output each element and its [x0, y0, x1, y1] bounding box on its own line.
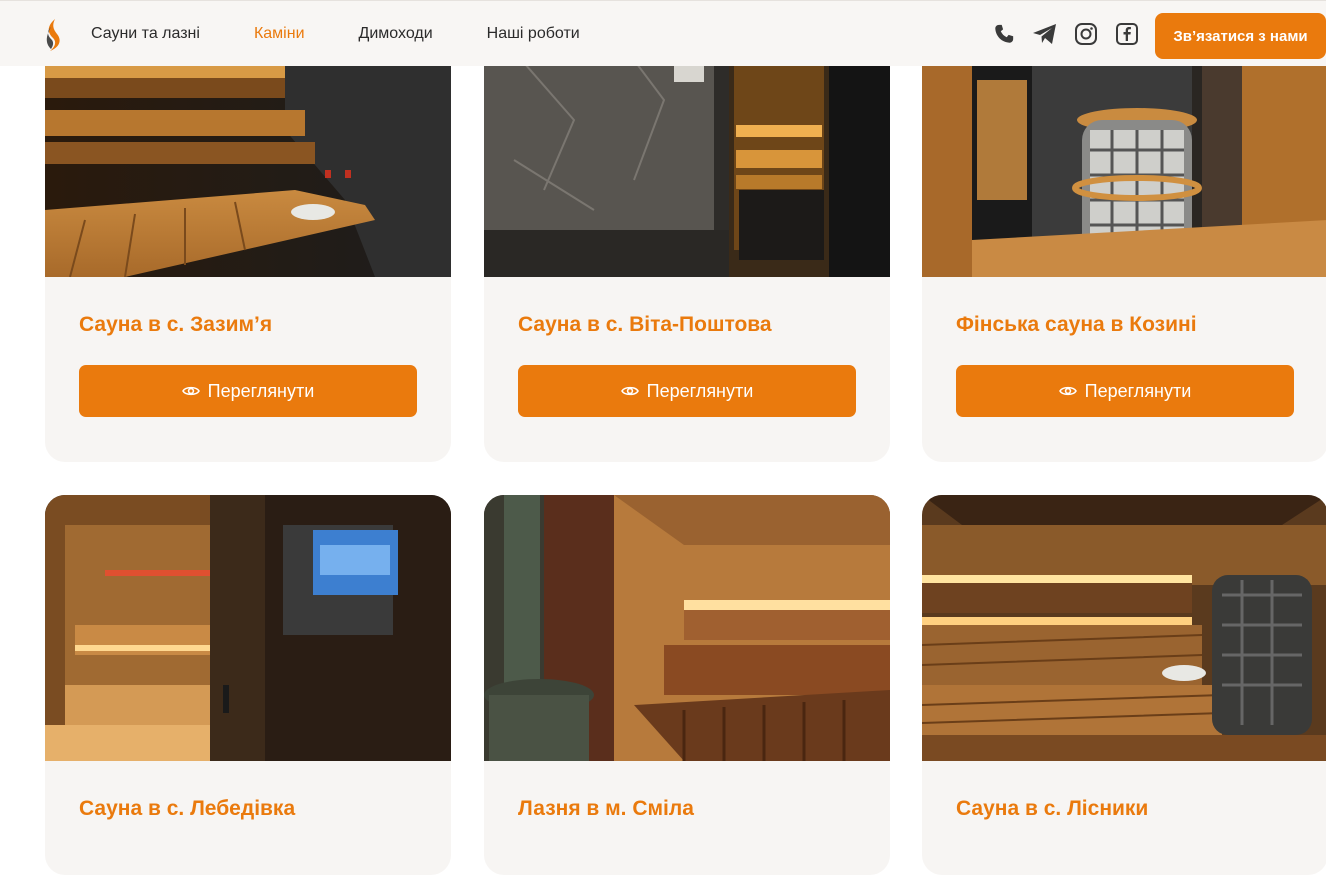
nav-fireplaces[interactable]: Каміни [254, 25, 305, 43]
project-photo[interactable] [484, 495, 890, 761]
facebook-icon[interactable] [1113, 20, 1141, 48]
project-title[interactable]: Сауна в с. Лебедівка [79, 797, 295, 821]
eye-icon [1058, 386, 1077, 396]
eye-icon [620, 386, 639, 396]
view-button-label: Переглянути [207, 380, 315, 401]
view-project-button[interactable]: Переглянути [956, 365, 1294, 417]
view-project-button[interactable]: Переглянути [518, 365, 856, 417]
project-card: Сауна в с. Лебедівка [45, 495, 451, 875]
main-nav: Сауни та лазні Каміни Димоходи Наші робо… [91, 1, 634, 67]
site-header: Сауни та лазні Каміни Димоходи Наші робо… [0, 0, 1326, 66]
telegram-icon[interactable] [1031, 20, 1059, 48]
view-button-label: Переглянути [646, 380, 754, 401]
project-title[interactable]: Сауна в с. Зазим’я [79, 313, 272, 337]
nav-our-works[interactable]: Наші роботи [487, 25, 580, 43]
flame-logo-icon[interactable] [42, 18, 66, 52]
project-card: Фінська сауна в Козині Переглянути [922, 0, 1326, 462]
project-title[interactable]: Сауна в с. Віта-Поштова [518, 313, 772, 337]
project-card: Сауна в с. Зазим’я Переглянути [45, 0, 451, 462]
contact-us-button[interactable]: Зв’язатися з нами [1155, 13, 1326, 59]
project-title[interactable]: Лазня в м. Сміла [518, 797, 694, 821]
nav-chimneys[interactable]: Димоходи [359, 25, 433, 43]
project-card: Сауна в с. Віта-Поштова Переглянути [484, 0, 890, 462]
nav-saunas[interactable]: Сауни та лазні [91, 25, 200, 43]
social-icons [990, 20, 1154, 48]
project-photo[interactable] [922, 495, 1326, 761]
view-project-button[interactable]: Переглянути [79, 365, 417, 417]
project-photo[interactable] [45, 495, 451, 761]
phone-icon[interactable] [990, 20, 1018, 48]
eye-icon [181, 386, 200, 396]
instagram-icon[interactable] [1072, 20, 1100, 48]
project-title[interactable]: Сауна в с. Лісники [956, 797, 1148, 821]
project-card: Сауна в с. Лісники [922, 495, 1326, 875]
project-card: Лазня в м. Сміла [484, 495, 890, 875]
project-title[interactable]: Фінська сауна в Козині [956, 313, 1197, 337]
view-button-label: Переглянути [1084, 380, 1192, 401]
